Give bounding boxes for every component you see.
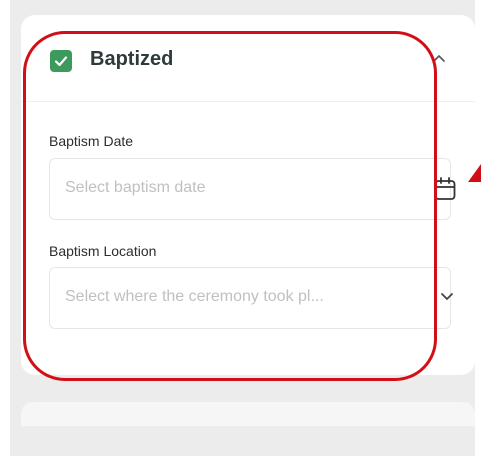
checkmark-icon <box>54 56 68 67</box>
baptism-date-field[interactable]: Select baptism date <box>49 158 456 220</box>
page-edge-right <box>475 0 481 456</box>
baptism-card: Baptized Baptism Date Select baptism dat… <box>21 15 475 375</box>
next-section-card <box>21 402 475 426</box>
baptism-location-select[interactable]: Select where the ceremony took pl... <box>49 267 454 329</box>
chevron-down-icon[interactable] <box>440 292 454 302</box>
page-edge-left <box>0 0 10 456</box>
baptism-date-placeholder: Select baptism date <box>65 179 206 196</box>
baptism-location-placeholder: Select where the ceremony took pl... <box>65 288 324 305</box>
chevron-up-icon[interactable] <box>432 53 446 63</box>
baptized-section-header[interactable]: Baptized <box>21 15 475 102</box>
section-title: Baptized <box>90 48 174 70</box>
baptism-location-label: Baptism Location <box>49 243 157 259</box>
baptized-checkbox[interactable] <box>50 50 72 72</box>
calendar-icon[interactable] <box>434 177 456 201</box>
baptism-date-label: Baptism Date <box>49 133 134 149</box>
annotation-arrow-icon <box>468 164 481 182</box>
